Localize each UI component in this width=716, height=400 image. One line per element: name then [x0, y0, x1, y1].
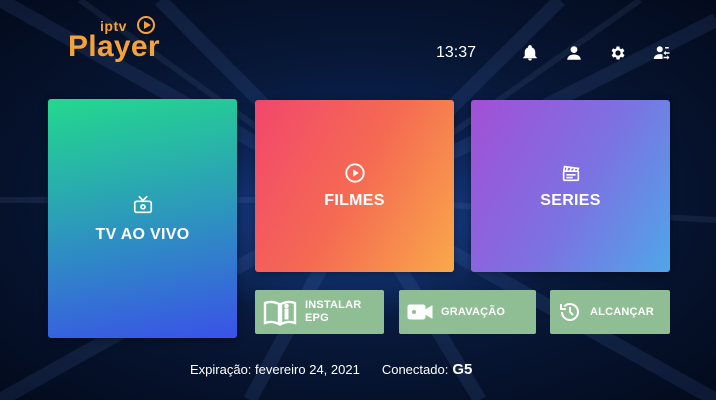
tile-filmes-label: FILMES: [324, 192, 385, 209]
video-camera-icon: [407, 304, 433, 320]
play-circle-icon: [344, 163, 365, 183]
tile-filmes[interactable]: FILMES: [255, 100, 454, 272]
instalar-epg-line1: INSTALAR: [305, 299, 362, 311]
history-clock-icon: [560, 303, 579, 321]
expiration-text: Expiração: fevereiro 24, 2021: [190, 362, 360, 377]
status-footer: Expiração: fevereiro 24, 2021 Conectado:…: [190, 361, 472, 378]
instalar-epg-button[interactable]: INSTALAR EPG: [255, 290, 384, 334]
tile-tv-ao-vivo[interactable]: TV AO VIVO: [48, 99, 237, 338]
tile-series[interactable]: SERIES: [471, 100, 670, 272]
clock: 13:37: [436, 44, 477, 61]
gravacao-button[interactable]: GRAVAÇÃO: [399, 290, 536, 334]
top-bar: 13:37: [436, 40, 672, 66]
connected-label: Conectado:: [381, 362, 449, 377]
tv-icon: [133, 195, 152, 213]
instalar-epg-line2: EPG: [305, 312, 329, 324]
clapperboard-icon: [562, 165, 579, 182]
connected-value: G5: [452, 361, 473, 378]
alcancar-button[interactable]: ALCANÇAR: [550, 290, 670, 334]
alcancar-label: ALCANÇAR: [590, 305, 654, 318]
tile-tv-label: TV AO VIVO: [95, 225, 190, 243]
book-info-icon: [263, 300, 297, 326]
switch-user-icon[interactable]: [652, 43, 672, 63]
logo-main-text: Player: [68, 30, 160, 63]
app-logo: iptv Player: [66, 16, 176, 72]
bell-icon[interactable]: [520, 43, 540, 63]
gear-icon[interactable]: [608, 43, 628, 63]
user-icon[interactable]: [564, 43, 584, 63]
gravacao-label: GRAVAÇÃO: [441, 305, 506, 318]
tile-series-label: SERIES: [540, 192, 601, 209]
